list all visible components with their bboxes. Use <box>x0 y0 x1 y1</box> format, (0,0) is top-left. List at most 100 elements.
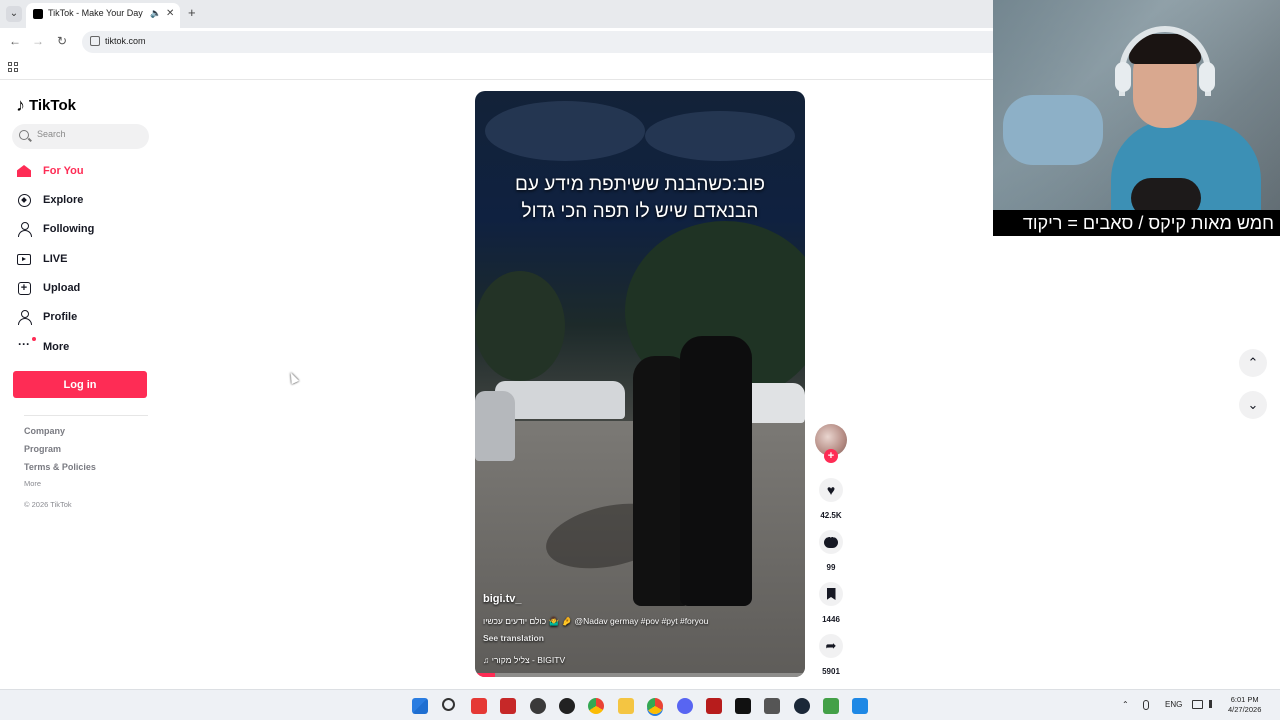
footer-link-program[interactable]: Program <box>24 444 61 454</box>
sidebar-item-for-you[interactable]: For You <box>16 161 146 181</box>
browser-tab-tiktok[interactable]: TikTok - Make Your Day 🔈 ✕ <box>26 3 180 28</box>
taskbar: ⌃ ENG 6:01 PM 4/27/2026 <box>0 689 1280 720</box>
apps-grid-icon[interactable] <box>8 62 18 72</box>
microphone-icon[interactable] <box>1143 700 1149 710</box>
site-info-icon[interactable] <box>90 36 100 46</box>
taskbar-app-icon[interactable] <box>823 698 839 714</box>
volume-icon[interactable] <box>1209 700 1218 708</box>
tiktok-note-icon: ♪ <box>16 94 25 115</box>
taskbar-search-icon[interactable] <box>442 698 455 711</box>
webcam-object <box>1131 178 1201 210</box>
video-progress-bar[interactable] <box>475 673 805 677</box>
next-video-button[interactable]: ⌄ <box>1239 391 1267 419</box>
taskbar-app-icon[interactable] <box>530 698 546 714</box>
tiktok-logo[interactable]: ♪ TikTok <box>16 95 76 115</box>
see-translation-link[interactable]: See translation <box>483 633 544 643</box>
address-bar[interactable]: tiktok.com <box>82 31 1002 53</box>
sidebar-item-label: Explore <box>43 194 84 206</box>
reload-icon[interactable]: ↻ <box>57 34 67 48</box>
taskbar-app-icon[interactable] <box>559 698 575 714</box>
follow-plus-button[interactable]: + <box>824 449 838 463</box>
language-indicator[interactable]: ENG <box>1165 700 1182 709</box>
tab-audio-icon[interactable]: 🔈 <box>150 3 161 24</box>
notification-dot <box>32 337 36 341</box>
footer-link-company[interactable]: Company <box>24 426 65 436</box>
comment-icon <box>824 532 838 548</box>
like-button[interactable]: ♥ <box>819 478 843 502</box>
taskbar-app-icon[interactable] <box>852 698 868 714</box>
music-note-icon: ♫ <box>483 655 490 665</box>
profile-icon <box>16 309 32 325</box>
network-icon[interactable] <box>1192 700 1203 709</box>
forward-icon[interactable]: → <box>32 34 44 48</box>
tab-close-icon[interactable]: ✕ <box>166 3 174 24</box>
video-cloud <box>645 111 795 161</box>
taskbar-app-icon[interactable] <box>735 698 751 714</box>
sidebar-item-explore[interactable]: Explore <box>16 190 146 210</box>
logo-text: TikTok <box>29 96 76 114</box>
tab-search-chevron-icon[interactable]: ⌄ <box>6 6 22 22</box>
webcam-overlay <box>993 0 1280 210</box>
file-explorer-icon[interactable] <box>618 698 634 714</box>
screen: ⌄ TikTok - Make Your Day 🔈 ✕ + ← → ↻ tik… <box>0 0 1280 720</box>
sidebar-item-label: More <box>43 341 70 353</box>
video-music[interactable]: ♫ צליל מקורי - BIGITV <box>483 655 565 665</box>
steam-icon[interactable] <box>794 698 810 714</box>
chevron-up-icon: ⌃ <box>1247 355 1259 370</box>
video-username[interactable]: bigi.tv_ <box>483 593 522 605</box>
webcam-pillow <box>1003 95 1103 165</box>
save-button[interactable] <box>819 582 843 606</box>
search-input[interactable] <box>37 129 147 139</box>
sidebar-item-label: Following <box>43 223 95 235</box>
bookmark-icon <box>826 588 836 600</box>
video-car <box>475 391 515 461</box>
music-title: צליל מקורי - BIGITV <box>491 655 566 665</box>
login-button[interactable]: Log in <box>13 371 147 398</box>
sidebar-item-label: LIVE <box>43 253 68 265</box>
video-overlay-line-1: פוב:כשהבנת ששיתפת מידע עם <box>514 174 766 195</box>
clock-time: 6:01 PM <box>1230 695 1259 704</box>
search-icon <box>19 130 29 140</box>
like-count: 42.5K <box>820 511 842 520</box>
tab-title: TikTok - Make Your Day <box>48 8 143 18</box>
sidebar-item-profile[interactable]: Profile <box>16 307 146 327</box>
video-caption: כולם יודעים עכשיו 🤷‍♂️ 🤌 @Nadav germay #… <box>483 616 709 626</box>
taskbar-app-icon[interactable] <box>706 698 722 714</box>
share-icon: ➦ <box>825 638 837 653</box>
system-clock[interactable]: 6:01 PM 4/27/2026 <box>1228 695 1261 715</box>
save-count: 1446 <box>822 615 840 624</box>
more-icon: ··· <box>16 337 36 355</box>
video-player[interactable]: פוב:כשהבנת ששיתפת מידע עם הבנאדם שיש לו … <box>475 91 805 677</box>
copyright-text: © 2026 TikTok <box>24 500 72 509</box>
chrome-icon[interactable] <box>588 698 604 714</box>
video-cloud <box>485 101 645 161</box>
sidebar-item-following[interactable]: Following <box>16 219 146 239</box>
tray-chevron-icon[interactable]: ⌃ <box>1122 700 1129 709</box>
headset-earcup <box>1199 62 1215 92</box>
taskbar-app-icon[interactable] <box>500 698 516 714</box>
back-icon[interactable]: ← <box>9 34 21 48</box>
sidebar-item-upload[interactable]: + Upload <box>16 278 146 298</box>
comment-button[interactable] <box>819 530 843 554</box>
start-icon[interactable] <box>412 698 428 714</box>
sidebar-divider <box>24 415 148 416</box>
mouse-cursor-icon <box>287 370 299 385</box>
sidebar-item-more[interactable]: ··· More <box>16 337 146 357</box>
taskbar-app-icon[interactable] <box>764 698 780 714</box>
following-icon <box>16 221 32 237</box>
footer-link-more[interactable]: More <box>24 479 41 488</box>
new-tab-button[interactable]: + <box>188 5 196 20</box>
headset-earcup <box>1115 62 1131 92</box>
search-box[interactable] <box>12 124 149 149</box>
share-button[interactable]: ➦ <box>819 634 843 658</box>
chrome-icon[interactable] <box>647 698 663 714</box>
heart-icon: ♥ <box>826 482 836 498</box>
discord-icon[interactable] <box>677 698 693 714</box>
previous-video-button[interactable]: ⌃ <box>1239 349 1267 377</box>
clock-date: 4/27/2026 <box>1228 705 1262 714</box>
chevron-down-icon: ⌄ <box>1247 397 1259 412</box>
sidebar-item-live[interactable]: LIVE <box>16 249 146 269</box>
footer-link-terms[interactable]: Terms & Policies <box>24 462 96 472</box>
taskbar-app-icon[interactable] <box>471 698 487 714</box>
share-count: 5901 <box>822 667 840 676</box>
